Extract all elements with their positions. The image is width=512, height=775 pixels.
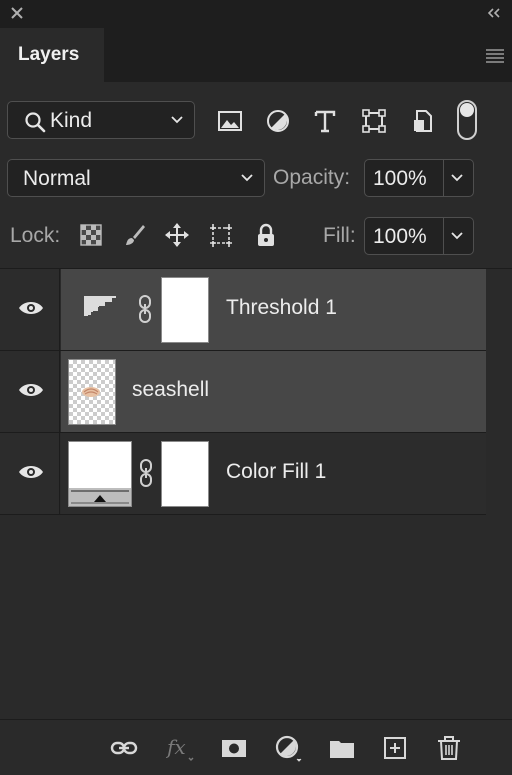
eye-icon[interactable] (18, 463, 44, 481)
layer-body[interactable]: seashell (61, 351, 486, 432)
layers-footer-toolbar: fx (0, 719, 512, 775)
tab-layers[interactable]: Layers (0, 28, 104, 82)
lock-image-pixels-icon[interactable] (121, 222, 147, 248)
filter-toggle[interactable] (457, 100, 477, 140)
threshold-adjustment-icon (84, 296, 116, 322)
visibility-cell[interactable] (0, 351, 60, 432)
close-icon[interactable] (8, 4, 26, 22)
layer-name[interactable]: seashell (132, 378, 209, 402)
layer-mask-thumbnail[interactable] (161, 441, 209, 507)
blend-mode-value: Normal (23, 167, 91, 190)
tab-bar: Layers (0, 28, 512, 82)
opacity-field[interactable]: 100% (364, 159, 474, 197)
new-layer-icon[interactable] (381, 734, 409, 762)
layer-thumbnail[interactable] (68, 359, 116, 425)
shape-filter-icon[interactable] (360, 107, 388, 135)
blend-mode-select[interactable]: Normal (7, 159, 265, 197)
eye-icon[interactable] (18, 299, 44, 317)
collapse-panel-icon[interactable] (486, 6, 502, 20)
panel-title-bar (0, 0, 512, 28)
search-icon (25, 112, 46, 133)
lock-artboard-icon[interactable] (208, 222, 234, 248)
fill-value[interactable]: 100% (373, 225, 427, 249)
fill-indicator-icon (71, 490, 129, 504)
chevron-down-icon[interactable] (450, 231, 464, 241)
smart-object-filter-icon[interactable] (409, 107, 437, 135)
image-filter-icon[interactable] (216, 107, 244, 135)
delete-icon[interactable] (435, 734, 463, 762)
eye-icon[interactable] (18, 381, 44, 399)
toggle-knob (460, 103, 474, 117)
lock-transparent-pixels-icon[interactable] (78, 222, 104, 248)
filter-kind-select[interactable]: Kind (7, 101, 195, 139)
adjustment-filter-icon[interactable] (264, 107, 292, 135)
visibility-cell[interactable] (0, 433, 60, 514)
divider (0, 514, 486, 515)
panel-menu-icon[interactable] (484, 47, 506, 63)
opacity-value[interactable]: 100% (373, 167, 427, 191)
fx-icon[interactable]: fx (165, 734, 194, 762)
lock-label: Lock: (10, 224, 61, 247)
lock-position-icon[interactable] (164, 222, 190, 248)
lock-all-icon[interactable] (253, 222, 279, 248)
layer-row-color-fill[interactable]: Color Fill 1 (0, 433, 486, 514)
layer-body[interactable]: Color Fill 1 (61, 433, 486, 514)
mask-link-icon[interactable] (139, 458, 153, 488)
layer-name[interactable]: Threshold 1 (226, 296, 337, 320)
field-divider (443, 160, 444, 196)
layer-name[interactable]: Color Fill 1 (226, 460, 326, 484)
opacity-label: Opacity: (273, 166, 351, 189)
layer-body[interactable]: Threshold 1 (61, 269, 486, 350)
chevron-down-icon[interactable] (450, 173, 464, 183)
mask-link-icon[interactable] (138, 294, 152, 324)
seashell-image (82, 387, 100, 397)
layer-row-seashell[interactable]: seashell (0, 351, 486, 432)
new-adjustment-icon[interactable] (274, 734, 302, 762)
filter-kind-label: Kind (50, 109, 93, 132)
field-divider (443, 218, 444, 254)
fill-swatch-bar (69, 488, 131, 506)
svg-text:fx: fx (166, 735, 186, 759)
fill-field[interactable]: 100% (364, 217, 474, 255)
fill-label: Fill: (323, 224, 356, 247)
layer-row-threshold[interactable]: Threshold 1 (0, 269, 486, 350)
layers-panel: Layers Kind Normal Opacity: 100% Lock: F… (0, 0, 512, 775)
type-filter-icon[interactable] (311, 107, 339, 135)
chevron-down-icon (241, 174, 253, 182)
visibility-cell[interactable] (0, 269, 60, 350)
layer-mask-thumbnail[interactable] (161, 277, 209, 343)
tab-layers-label: Layers (18, 44, 80, 65)
scrollbar-track[interactable] (486, 269, 512, 719)
chevron-down-icon (171, 116, 183, 124)
fill-layer-thumbnail[interactable] (68, 441, 132, 507)
new-group-icon[interactable] (328, 734, 356, 762)
link-layers-icon[interactable] (110, 734, 138, 762)
add-mask-icon[interactable] (220, 734, 248, 762)
